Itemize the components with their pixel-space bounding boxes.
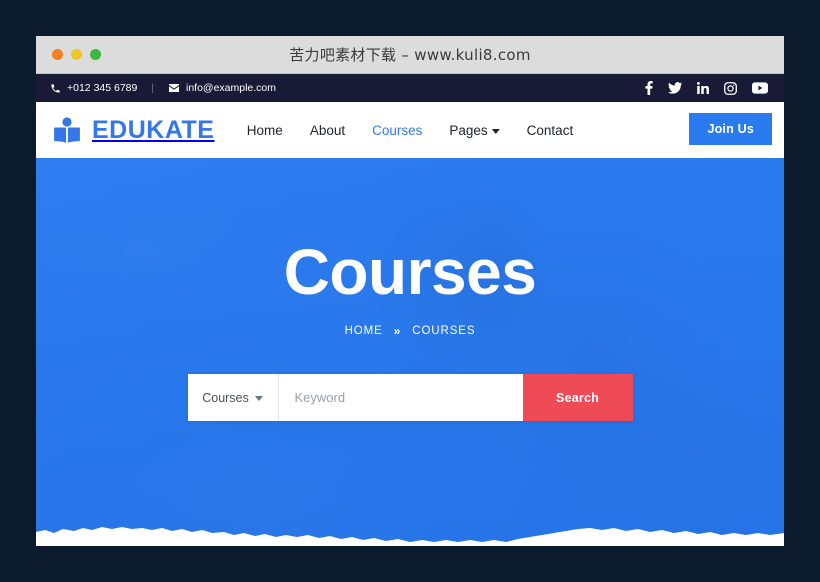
search-category-value: Courses xyxy=(202,390,249,405)
chevron-down-icon xyxy=(491,128,500,134)
breadcrumb: HOME » COURSES xyxy=(36,324,784,338)
phone-icon xyxy=(50,83,61,94)
page-viewport: +012 345 6789 | info@example.com EDUKATE… xyxy=(36,74,784,546)
maximize-window-button[interactable] xyxy=(90,49,101,60)
breadcrumb-separator-icon: » xyxy=(393,324,402,338)
brand-name: EDUKATE xyxy=(92,115,215,144)
main-navbar: EDUKATE Home About Courses Pages Contact xyxy=(36,102,784,158)
nav-item-about-label: About xyxy=(309,122,346,138)
nav-item-pages[interactable]: Pages xyxy=(449,122,500,138)
nav-item-courses[interactable]: Courses xyxy=(372,123,422,138)
window-title: 苦力吧素材下载 – www.kuli8.com xyxy=(289,46,531,64)
close-window-button[interactable] xyxy=(52,49,63,60)
traffic-light-buttons xyxy=(36,49,101,60)
chevron-down-icon xyxy=(254,396,263,401)
minimize-window-button[interactable] xyxy=(71,49,82,60)
nav-item-courses-label: Courses xyxy=(372,122,423,138)
breadcrumb-home[interactable]: HOME xyxy=(345,325,383,337)
browser-window: 苦力吧素材下载 – www.kuli8.com +012 345 6789 | … xyxy=(36,36,784,546)
twitter-icon[interactable] xyxy=(668,82,682,94)
email-address: info@example.com xyxy=(185,82,277,94)
contact-info-group: +012 345 6789 | info@example.com xyxy=(50,82,276,94)
primary-navigation: Home About Courses Pages Contact xyxy=(247,123,573,138)
facebook-icon[interactable] xyxy=(645,81,653,95)
nav-item-contact-label: Contact xyxy=(526,122,574,138)
linkedin-icon[interactable] xyxy=(697,82,709,94)
hero-section: Courses HOME » COURSES Courses Search xyxy=(36,158,784,546)
nav-item-pages-label: Pages xyxy=(449,122,488,138)
hero-content: Courses HOME » COURSES xyxy=(36,158,784,338)
browser-titlebar: 苦力吧素材下载 – www.kuli8.com xyxy=(36,36,784,74)
phone-contact[interactable]: +012 345 6789 xyxy=(50,82,137,94)
search-submit-button[interactable]: Search xyxy=(522,374,633,421)
topbar-separator: | xyxy=(151,82,154,94)
youtube-icon[interactable] xyxy=(752,82,768,94)
nav-item-about[interactable]: About xyxy=(310,123,345,138)
join-us-button[interactable]: Join Us xyxy=(689,113,772,145)
nav-item-home-label: Home xyxy=(246,122,283,138)
page-title: Courses xyxy=(283,236,537,308)
breadcrumb-current: COURSES xyxy=(412,325,476,337)
course-search-bar: Courses Search xyxy=(187,374,633,421)
envelope-icon xyxy=(168,83,180,93)
social-links-group xyxy=(645,81,772,95)
nav-item-contact[interactable]: Contact xyxy=(527,123,574,138)
instagram-icon[interactable] xyxy=(724,81,737,95)
search-keyword-input[interactable] xyxy=(278,374,523,421)
top-utility-bar: +012 345 6789 | info@example.com xyxy=(36,74,784,102)
brand-logo-link[interactable]: EDUKATE xyxy=(52,115,214,145)
email-contact[interactable]: info@example.com xyxy=(168,82,276,94)
open-book-reader-icon xyxy=(52,115,82,145)
nav-item-home[interactable]: Home xyxy=(247,123,283,138)
phone-number: +012 345 6789 xyxy=(67,82,138,94)
search-category-dropdown[interactable]: Courses xyxy=(188,374,279,421)
